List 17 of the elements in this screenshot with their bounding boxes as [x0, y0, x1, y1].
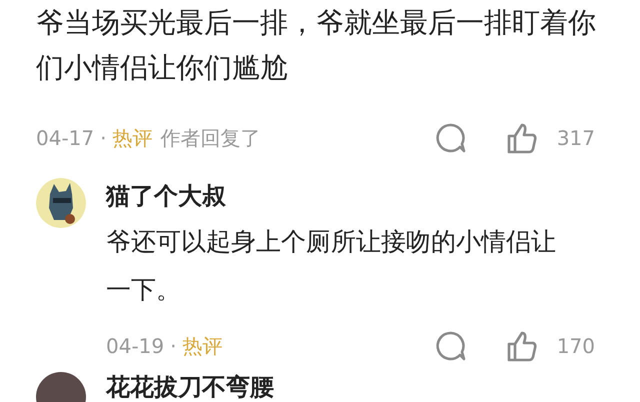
comment-date: 04-19 [106, 334, 164, 358]
separator-dot: · [100, 126, 106, 150]
comment-text: 爷还可以起身上个厕所让接吻的小情侣让一下。 [106, 226, 556, 306]
author-name[interactable]: 花花拔刀不弯腰 [106, 372, 640, 402]
avatar-drawing [36, 178, 86, 228]
comment-text: 爷当场买光最后一排，爷就坐最后一排盯着你们小情侣让你们尴尬 [36, 5, 597, 86]
like-icon[interactable] [504, 330, 537, 362]
comment-icon[interactable] [434, 330, 467, 362]
separator-dot: · [170, 334, 176, 358]
like-count: 317 [556, 126, 595, 150]
hot-comment-tag: 热评 [112, 124, 152, 152]
comment-date: 04-17 [36, 126, 94, 150]
hot-comment-tag: 热评 [182, 332, 222, 360]
author-name[interactable]: 猫了个大叔 [106, 178, 640, 214]
like-count: 170 [556, 334, 595, 358]
like-icon[interactable] [504, 122, 537, 154]
comment-icon[interactable] [434, 122, 467, 154]
